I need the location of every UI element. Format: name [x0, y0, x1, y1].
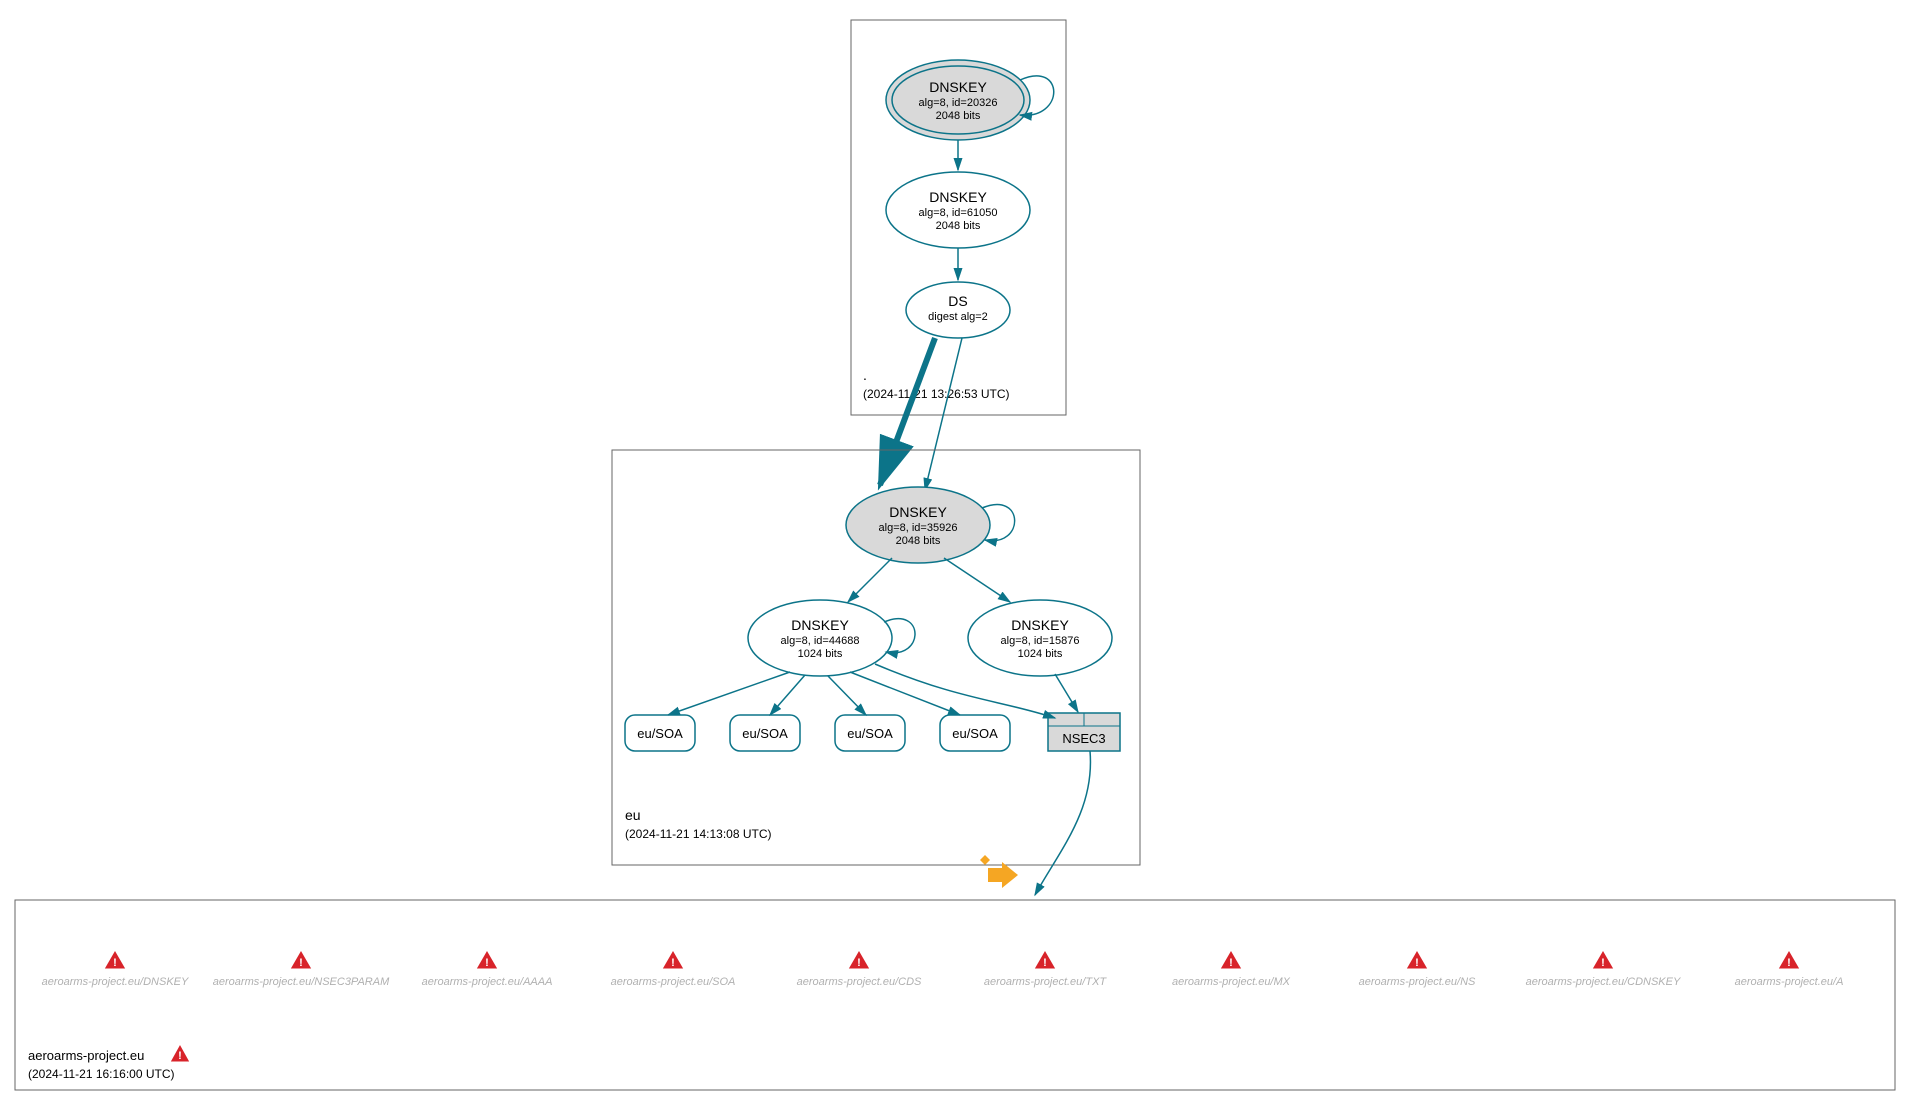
yellow-warning-arrow [980, 855, 1018, 888]
error-label: aeroarms-project.eu/NS [1359, 976, 1476, 988]
eu-zone: eu (2024-11-21 14:13:08 UTC) DNSKEY alg=… [612, 450, 1140, 865]
svg-text:digest alg=2: digest alg=2 [928, 311, 988, 323]
error-label: aeroarms-project.eu/NSEC3PARAM [213, 976, 390, 988]
error-label: aeroarms-project.eu/TXT [984, 976, 1108, 988]
error-item: ! aeroarms-project.eu/SOA [611, 950, 736, 988]
target-domain-name: aeroarms-project.eu [28, 1048, 144, 1063]
svg-text:DNSKEY: DNSKEY [1011, 617, 1069, 633]
svg-text:eu/SOA: eu/SOA [742, 726, 788, 741]
svg-text:alg=8, id=35926: alg=8, id=35926 [879, 522, 958, 534]
target-zone: !aeroarms-project.eu/DNSKEY!aeroarms-pro… [15, 900, 1895, 1090]
eu-zone-timestamp: (2024-11-21 14:13:08 UTC) [625, 827, 772, 841]
root-ds: DS digest alg=2 [906, 282, 1010, 338]
svg-text:!: ! [1043, 957, 1047, 969]
svg-text:DNSKEY: DNSKEY [929, 79, 987, 95]
warning-icon: ! [170, 1044, 190, 1062]
root-zone: . (2024-11-21 13:26:53 UTC) DNSKEY alg=8… [851, 20, 1066, 415]
error-label: aeroarms-project.eu/AAAA [422, 976, 553, 988]
error-item: ! aeroarms-project.eu/NSEC3PARAM [213, 950, 390, 988]
svg-text:!: ! [1415, 957, 1419, 969]
svg-text:!: ! [485, 957, 489, 969]
error-label: aeroarms-project.eu/DNSKEY [42, 976, 189, 988]
svg-text:1024 bits: 1024 bits [1018, 648, 1063, 660]
svg-text:alg=8, id=20326: alg=8, id=20326 [919, 97, 998, 109]
error-item: ! aeroarms-project.eu/A [1735, 950, 1844, 988]
svg-text:alg=8, id=44688: alg=8, id=44688 [781, 635, 860, 647]
error-item: ! aeroarms-project.eu/DNSKEY [42, 950, 189, 988]
svg-text:eu/SOA: eu/SOA [637, 726, 683, 741]
svg-text:DNSKEY: DNSKEY [791, 617, 849, 633]
eu-dnskey-zsk2: DNSKEY alg=8, id=15876 1024 bits [968, 600, 1112, 676]
eu-dnskey-ksk: DNSKEY alg=8, id=35926 2048 bits [846, 487, 1015, 563]
svg-text:!: ! [178, 1050, 182, 1062]
eu-soa-1: eu/SOA [625, 715, 695, 751]
svg-text:2048 bits: 2048 bits [936, 220, 981, 232]
svg-text:eu/SOA: eu/SOA [952, 726, 998, 741]
svg-text:!: ! [1601, 957, 1605, 969]
error-item: ! aeroarms-project.eu/CDS [797, 950, 922, 988]
eu-dnskey-zsk1: DNSKEY alg=8, id=44688 1024 bits [748, 600, 915, 676]
svg-text:2048 bits: 2048 bits [896, 535, 941, 547]
svg-text:!: ! [299, 957, 303, 969]
error-row: ! aeroarms-project.eu/DNSKEY! aeroarms-pro… [42, 950, 1844, 988]
svg-text:!: ! [857, 957, 861, 969]
svg-text:DNSKEY: DNSKEY [889, 504, 947, 520]
svg-text:!: ! [113, 957, 117, 969]
eu-soa-2: eu/SOA [730, 715, 800, 751]
error-label: aeroarms-project.eu/MX [1172, 976, 1291, 988]
error-item: ! aeroarms-project.eu/CDNSKEY [1526, 950, 1681, 988]
root-dnskey-ksk: DNSKEY alg=8, id=20326 2048 bits [886, 60, 1054, 140]
svg-text:!: ! [1229, 957, 1233, 969]
svg-text:!: ! [1787, 957, 1791, 969]
dnssec-diagram: . (2024-11-21 13:26:53 UTC) DNSKEY alg=8… [0, 0, 1908, 1098]
error-label: aeroarms-project.eu/CDS [797, 976, 922, 988]
error-item: ! aeroarms-project.eu/MX [1172, 950, 1291, 988]
target-zone-timestamp: (2024-11-21 16:16:00 UTC) [28, 1067, 175, 1081]
svg-text:alg=8, id=15876: alg=8, id=15876 [1001, 635, 1080, 647]
eu-nsec3: NSEC3 [1048, 713, 1120, 751]
eu-zone-label: eu [625, 807, 641, 823]
svg-text:DS: DS [948, 293, 967, 309]
eu-soa-3: eu/SOA [835, 715, 905, 751]
root-zone-dot: . [863, 367, 867, 383]
error-item: ! aeroarms-project.eu/TXT [984, 950, 1108, 988]
root-zone-timestamp: (2024-11-21 13:26:53 UTC) [863, 387, 1010, 401]
error-label: aeroarms-project.eu/SOA [611, 976, 736, 988]
error-label: aeroarms-project.eu/CDNSKEY [1526, 976, 1681, 988]
eu-soa-4: eu/SOA [940, 715, 1010, 751]
root-dnskey-zsk: DNSKEY alg=8, id=61050 2048 bits [886, 172, 1030, 248]
target-domain-label-row: aeroarms-project.eu ! [28, 1044, 190, 1063]
error-label: aeroarms-project.eu/A [1735, 976, 1844, 988]
error-item: ! aeroarms-project.eu/AAAA [422, 950, 553, 988]
svg-text:NSEC3: NSEC3 [1062, 731, 1105, 746]
svg-text:DNSKEY: DNSKEY [929, 189, 987, 205]
svg-text:alg=8, id=61050: alg=8, id=61050 [919, 207, 998, 219]
svg-text:eu/SOA: eu/SOA [847, 726, 893, 741]
error-item: ! aeroarms-project.eu/NS [1359, 950, 1476, 988]
svg-text:1024 bits: 1024 bits [798, 648, 843, 660]
svg-text:!: ! [671, 957, 675, 969]
svg-text:2048 bits: 2048 bits [936, 110, 981, 122]
